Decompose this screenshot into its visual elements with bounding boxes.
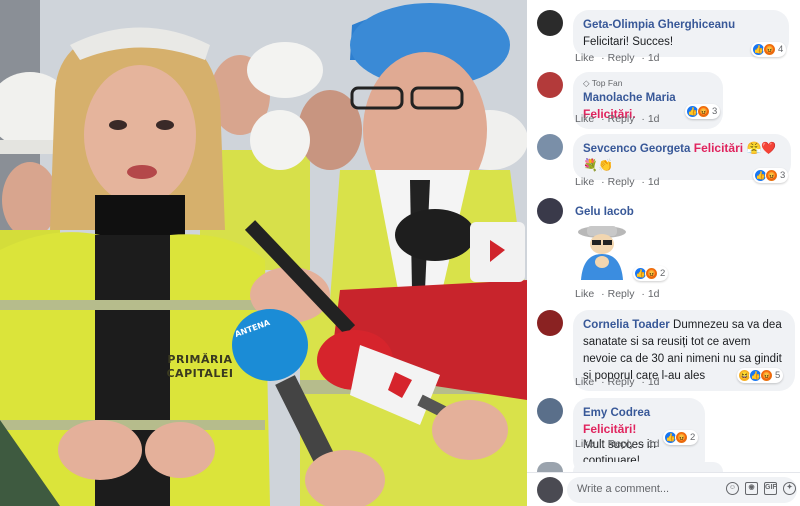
avatar[interactable] [537, 72, 563, 98]
comment-text: Felicitari! Succes! [583, 36, 674, 48]
reactions-summary[interactable]: 👍 😡 2 [633, 266, 669, 281]
comment-actions: Like · Reply · 1d [575, 52, 660, 64]
diamond-icon: ◇ [583, 78, 592, 88]
composer-icons: ☺ ◉ GIF ✦ [726, 482, 796, 495]
like-link[interactable]: Like [575, 288, 594, 300]
reaction-count: 5 [775, 370, 781, 381]
avatar[interactable] [537, 198, 563, 224]
avatar[interactable] [537, 10, 563, 36]
angry-reaction-icon: 😡 [765, 169, 778, 182]
reactions-summary[interactable]: 😆 👍 😡 5 [737, 368, 784, 383]
reactions-summary[interactable]: 👍 😡 3 [753, 168, 789, 183]
comment-author[interactable]: Manolache Maria [583, 92, 676, 104]
like-link[interactable]: Like [575, 176, 594, 188]
avatar[interactable] [537, 310, 563, 336]
comment-time[interactable]: 1d [648, 376, 660, 388]
comment-actions: Like · Reply · 1d [575, 288, 660, 300]
sticker-icon[interactable]: ✦ [783, 482, 796, 495]
angry-reaction-icon: 😡 [760, 369, 773, 382]
comment-author[interactable]: Sevcenco Georgeta [583, 143, 690, 155]
vest-line-2: CAPITALEI [166, 367, 234, 380]
like-link[interactable]: Like [575, 438, 594, 450]
comment-text: Felicitări! [583, 422, 637, 436]
angry-reaction-icon: 😡 [675, 431, 688, 444]
comment-time[interactable]: 1d [648, 288, 660, 300]
top-fan-badge: ◇ Top Fan [583, 78, 713, 89]
comment-time[interactable]: 1d [648, 438, 660, 450]
reply-link[interactable]: Reply [608, 288, 635, 300]
reaction-count: 3 [712, 106, 718, 117]
photo-illustration [0, 0, 527, 506]
reaction-count: 4 [778, 44, 784, 55]
vest-print: PRIMĂRIA CAPITALEI [165, 353, 235, 381]
comment-text: Felicitări [693, 141, 744, 155]
like-link[interactable]: Like [575, 113, 594, 125]
reaction-count: 2 [660, 268, 666, 279]
angry-reaction-icon: 😡 [645, 267, 658, 280]
avatar[interactable] [537, 462, 563, 472]
sticker-image[interactable] [575, 222, 630, 282]
comment-author[interactable]: Geta-Olimpia Gherghiceanu [583, 19, 735, 31]
angry-reaction-icon: 😡 [697, 105, 710, 118]
comment-time[interactable]: 1d [648, 52, 660, 64]
comment-author-wrap: Gelu Iacob [575, 204, 634, 218]
comment-actions: Like · Reply · 1d [575, 376, 660, 388]
comment-input-placeholder: Write a comment... [577, 483, 670, 495]
reply-link[interactable]: Reply [608, 438, 635, 450]
camera-icon[interactable]: ◉ [745, 482, 758, 495]
emoji-icon[interactable]: ☺ [726, 482, 739, 495]
avatar[interactable] [537, 398, 563, 424]
current-user-avatar[interactable] [537, 477, 563, 503]
comment-bubble [573, 462, 723, 472]
angry-reaction-icon: 😡 [763, 43, 776, 56]
reaction-count: 3 [780, 170, 786, 181]
sticker-icon [578, 226, 626, 280]
vest-line-1: PRIMĂRIA [167, 353, 233, 366]
comment-author[interactable]: Gelu Iacob [575, 206, 634, 218]
comment-composer: Write a comment... ☺ ◉ GIF ✦ [527, 472, 800, 506]
reply-link[interactable]: Reply [608, 113, 635, 125]
reply-link[interactable]: Reply [608, 176, 635, 188]
comments-panel[interactable]: Geta-Olimpia Gherghiceanu Felicitari! Su… [527, 0, 800, 506]
reactions-summary[interactable]: 👍 😡 3 [685, 104, 721, 119]
comment-actions: Like · Reply · 1d [575, 113, 660, 125]
like-link[interactable]: Like [575, 376, 594, 388]
reactions-summary[interactable]: 👍 😡 4 [751, 42, 787, 57]
gif-icon[interactable]: GIF [764, 482, 777, 495]
news-photo[interactable]: PRIMĂRIA CAPITALEI ANTENA [0, 0, 527, 506]
comment-time[interactable]: 1d [648, 176, 660, 188]
comment-actions: Like · Reply · 1d [575, 176, 660, 188]
like-link[interactable]: Like [575, 52, 594, 64]
top-fan-label: Top Fan [591, 78, 623, 88]
reactions-summary[interactable]: 👍 😡 2 [663, 430, 699, 445]
comment-time[interactable]: 1d [648, 113, 660, 125]
comment-author[interactable]: Cornelia Toader [583, 319, 670, 331]
reaction-count: 2 [690, 432, 696, 443]
reply-link[interactable]: Reply [608, 376, 635, 388]
avatar[interactable] [537, 134, 563, 160]
comment-author[interactable]: Emy Codrea [583, 407, 650, 419]
comment-actions: Like · Reply · 1d [575, 438, 660, 450]
reply-link[interactable]: Reply [608, 52, 635, 64]
